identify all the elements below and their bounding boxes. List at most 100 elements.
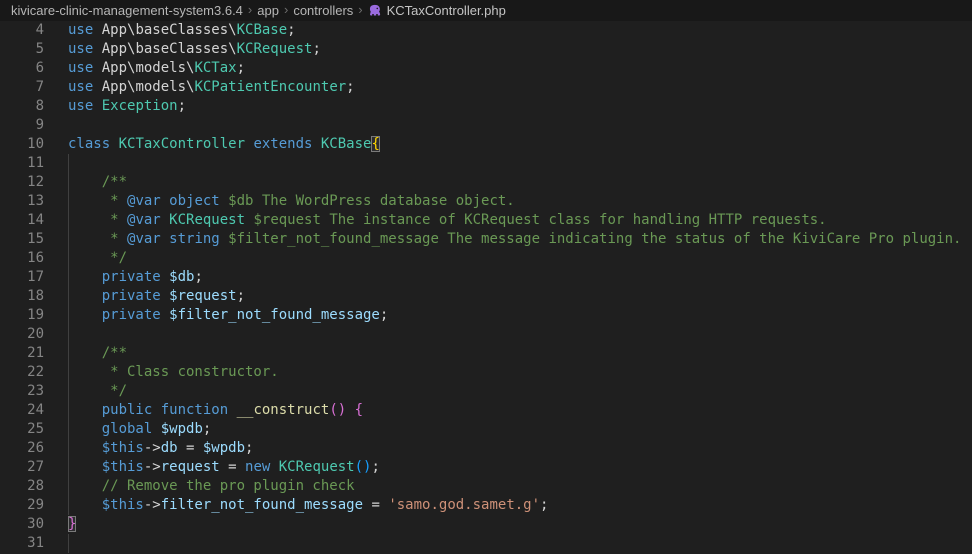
code-token: { [371, 136, 379, 152]
code-line[interactable]: 31 [0, 534, 972, 553]
code-token: ; [178, 98, 186, 114]
code-token: $request [161, 288, 237, 304]
line-number: 31 [0, 534, 44, 553]
code-token: App\models\ [93, 79, 194, 95]
code-line[interactable]: 5use App\baseClasses\KCRequest; [0, 40, 972, 59]
code-text: } [68, 515, 972, 534]
code-token: ; [245, 440, 253, 456]
breadcrumb-item-controllers[interactable]: controllers [293, 3, 353, 18]
breadcrumb-item-app[interactable]: app [257, 3, 279, 18]
line-number: 28 [0, 477, 44, 496]
breadcrumb: kivicare-clinic-management-system3.6.4 ›… [0, 0, 972, 21]
code-line[interactable]: 23 */ [0, 382, 972, 401]
indent-guide [68, 344, 69, 363]
code-line[interactable]: 24 public function __construct() { [0, 401, 972, 420]
code-line[interactable]: 29 $this->filter_not_found_message = 'sa… [0, 496, 972, 515]
code-token: public function [68, 402, 228, 418]
code-token: private [68, 288, 161, 304]
php-elephant-icon [368, 4, 382, 17]
code-line[interactable]: 25 global $wpdb; [0, 420, 972, 439]
code-token: /** [68, 345, 127, 361]
code-token: $db [161, 269, 195, 285]
code-token: KCRequest [270, 459, 354, 475]
indent-guide [68, 287, 69, 306]
code-text: */ [68, 249, 972, 268]
line-number: 22 [0, 363, 44, 382]
line-number: 29 [0, 496, 44, 515]
code-token: ; [203, 421, 211, 437]
line-number: 9 [0, 116, 44, 135]
indent-guide [68, 325, 69, 344]
code-text: global $wpdb; [68, 420, 972, 439]
line-number: 4 [0, 21, 44, 40]
code-token: KCRequest [161, 212, 245, 228]
code-text: class KCTaxController extends KCBase{ [68, 135, 972, 154]
code-line[interactable]: 6use App\models\KCTax; [0, 59, 972, 78]
line-number: 24 [0, 401, 44, 420]
chevron-right-icon: › [248, 2, 252, 17]
code-text: private $db; [68, 268, 972, 287]
code-line[interactable]: 20 [0, 325, 972, 344]
code-token: $wpdb [152, 421, 203, 437]
code-line[interactable]: 28 // Remove the pro plugin check [0, 477, 972, 496]
code-token: new [245, 459, 270, 475]
line-number: 15 [0, 230, 44, 249]
code-token: * [68, 231, 127, 247]
code-line[interactable]: 18 private $request; [0, 287, 972, 306]
code-token: $this [68, 459, 144, 475]
code-line[interactable]: 8use Exception; [0, 97, 972, 116]
code-line[interactable]: 27 $this->request = new KCRequest(); [0, 458, 972, 477]
code-line[interactable]: 19 private $filter_not_found_message; [0, 306, 972, 325]
code-line[interactable]: 30} [0, 515, 972, 534]
code-line[interactable]: 26 $this->db = $wpdb; [0, 439, 972, 458]
line-number: 11 [0, 154, 44, 173]
code-token: -> [144, 440, 161, 456]
code-token: () [329, 402, 346, 418]
code-token: * [68, 212, 127, 228]
code-token: use [68, 98, 93, 114]
breadcrumb-item-project[interactable]: kivicare-clinic-management-system3.6.4 [11, 3, 243, 18]
line-number: 19 [0, 306, 44, 325]
code-token: */ [68, 250, 127, 266]
code-editor[interactable]: 4use App\baseClasses\KCBase;5use App\bas… [0, 21, 972, 554]
code-text: $this->filter_not_found_message = 'samo.… [68, 496, 972, 515]
code-token: $wpdb [203, 440, 245, 456]
code-line[interactable]: 15 * @var string $filter_not_found_messa… [0, 230, 972, 249]
code-text [68, 325, 972, 344]
code-token: @var string [127, 231, 220, 247]
code-line[interactable]: 4use App\baseClasses\KCBase; [0, 21, 972, 40]
code-line[interactable]: 16 */ [0, 249, 972, 268]
code-line[interactable]: 14 * @var KCRequest $request The instanc… [0, 211, 972, 230]
code-token: $filter_not_found_message The message in… [220, 231, 962, 247]
code-token: */ [68, 383, 127, 399]
code-line[interactable]: 22 * Class constructor. [0, 363, 972, 382]
code-line[interactable]: 21 /** [0, 344, 972, 363]
code-token: ; [312, 41, 320, 57]
code-text: * Class constructor. [68, 363, 972, 382]
code-token: global [68, 421, 152, 437]
line-number: 6 [0, 59, 44, 78]
code-token: ; [380, 307, 388, 323]
indent-guide [68, 534, 69, 553]
indent-guide [68, 173, 69, 192]
code-token: $db The WordPress database object. [220, 193, 515, 209]
line-number: 14 [0, 211, 44, 230]
code-line[interactable]: 9 [0, 116, 972, 135]
code-line[interactable]: 10class KCTaxController extends KCBase{ [0, 135, 972, 154]
code-line[interactable]: 7use App\models\KCPatientEncounter; [0, 78, 972, 97]
code-line[interactable]: 12 /** [0, 173, 972, 192]
code-line[interactable]: 11 [0, 154, 972, 173]
chevron-right-icon: › [358, 2, 362, 17]
code-text: private $filter_not_found_message; [68, 306, 972, 325]
code-area[interactable]: 4use App\baseClasses\KCBase;5use App\bas… [0, 21, 972, 553]
indent-guide [68, 192, 69, 211]
code-token: use [68, 79, 93, 95]
breadcrumb-item-file[interactable]: KCTaxController.php [368, 3, 506, 18]
code-line[interactable]: 17 private $db; [0, 268, 972, 287]
code-line[interactable]: 13 * @var object $db The WordPress datab… [0, 192, 972, 211]
indent-guide [68, 496, 69, 515]
line-number: 27 [0, 458, 44, 477]
code-token: ; [371, 459, 379, 475]
code-token: $request The instance of KCRequest class… [245, 212, 827, 228]
code-token: App\models\ [93, 60, 194, 76]
